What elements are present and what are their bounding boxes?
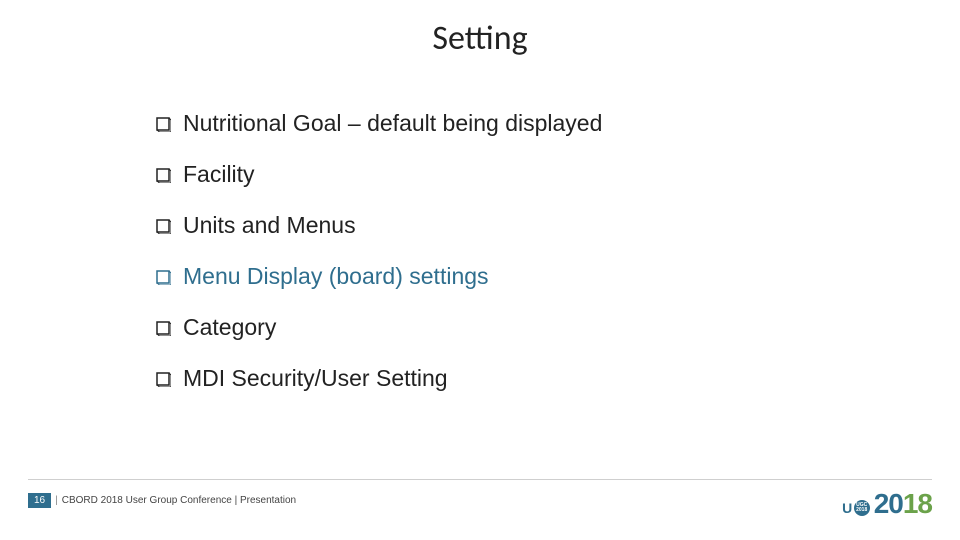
logo-year: 2018 [874,488,932,520]
checkbox-empty-icon [155,167,171,183]
list-item: Menu Display (board) settings [155,263,855,290]
bullet-list: Nutritional Goal – default being display… [155,110,855,416]
list-item: Facility [155,161,855,188]
list-item-text: Units and Menus [183,212,356,239]
page-number: 16 [28,493,51,508]
list-item-text: Menu Display (board) settings [183,263,489,290]
list-item: Units and Menus [155,212,855,239]
list-item-text: Category [183,314,276,341]
checkbox-empty-icon [155,371,171,387]
logo-ugc-mark: U UGC 2018 [842,500,870,516]
logo-badge-icon: UGC 2018 [854,500,870,516]
conference-logo: U UGC 2018 2018 [842,488,932,520]
list-item: MDI Security/User Setting [155,365,855,392]
list-item-text: Nutritional Goal – default being display… [183,110,602,137]
list-item: Nutritional Goal – default being display… [155,110,855,137]
logo-letter: U [842,500,852,516]
checkbox-empty-icon [155,218,171,234]
list-item-text: MDI Security/User Setting [183,365,448,392]
checkbox-empty-icon [155,116,171,132]
logo-year-second: 18 [903,488,932,519]
slide-title: Setting [0,18,960,59]
logo-year-first: 20 [874,488,903,519]
slide: Setting Nutritional Goal – default being… [0,0,960,540]
checkbox-empty-icon [155,320,171,336]
footer: 16 | CBORD 2018 User Group Conference | … [28,493,296,508]
list-item: Category [155,314,855,341]
checkbox-empty-icon [155,269,171,285]
list-item-text: Facility [183,161,255,188]
logo-badge-bottom: 2018 [856,508,867,513]
footer-text: CBORD 2018 User Group Conference | Prese… [62,495,296,506]
footer-divider [28,479,932,480]
footer-separator: | [55,495,58,506]
